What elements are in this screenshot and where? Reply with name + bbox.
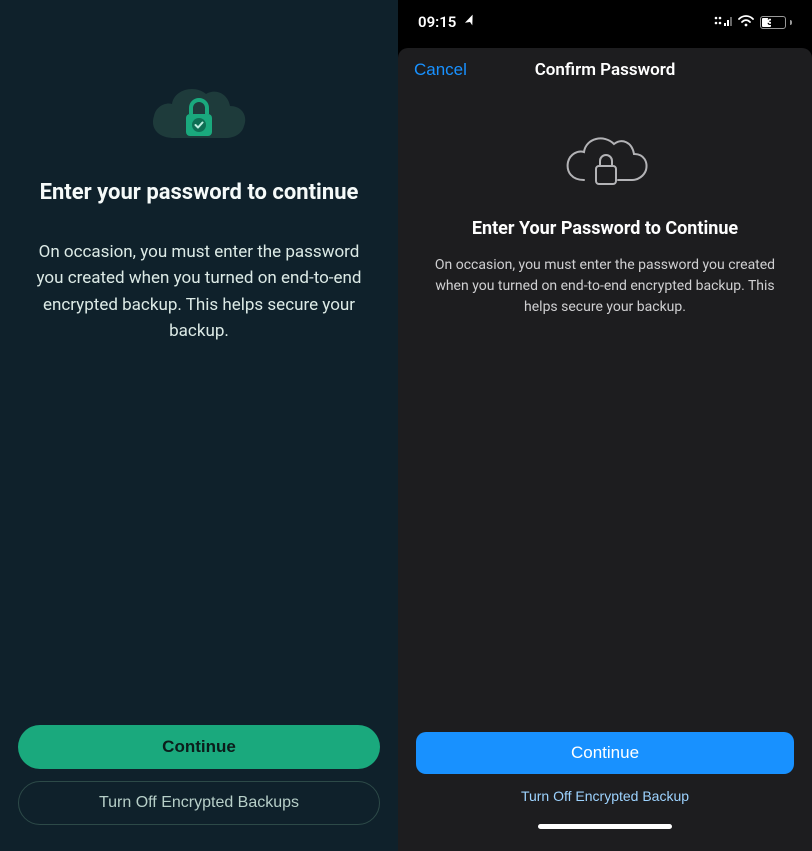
- sheet-title: Confirm Password: [535, 60, 676, 80]
- left-body-text: On occasion, you must enter the password…: [24, 239, 374, 344]
- left-content: Enter your password to continue On occas…: [0, 0, 398, 709]
- location-arrow-icon: [461, 11, 478, 32]
- left-footer: Continue Turn Off Encrypted Backups: [0, 709, 398, 851]
- sheet-header: Cancel Confirm Password: [398, 48, 812, 92]
- turn-off-encrypted-backups-button[interactable]: Turn Off Encrypted Backups: [18, 781, 380, 825]
- cloud-lock-outline-icon: [560, 130, 650, 192]
- home-indicator[interactable]: [538, 824, 672, 829]
- right-content: Enter Your Password to Continue On occas…: [398, 92, 812, 732]
- status-left: 09:15: [418, 13, 476, 31]
- wifi-icon: [738, 13, 754, 31]
- status-right: 39: [714, 13, 792, 31]
- right-title: Enter Your Password to Continue: [472, 218, 738, 239]
- modal-sheet: Cancel Confirm Password Enter Your Passw…: [398, 48, 812, 851]
- status-bar: 09:15: [398, 0, 812, 44]
- left-title: Enter your password to continue: [40, 180, 359, 205]
- cancel-button[interactable]: Cancel: [414, 60, 467, 80]
- status-time: 09:15: [418, 13, 456, 31]
- turn-off-encrypted-backup-link[interactable]: Turn Off Encrypted Backup: [521, 788, 689, 804]
- cloud-lock-check-icon: [144, 80, 254, 150]
- right-screen: 09:15: [398, 0, 812, 851]
- battery-percent: 39: [767, 17, 778, 28]
- right-footer: Continue Turn Off Encrypted Backup: [398, 732, 812, 851]
- continue-button[interactable]: Continue: [18, 725, 380, 769]
- cellular-icon: [714, 13, 732, 31]
- continue-button[interactable]: Continue: [416, 732, 794, 774]
- left-screen: Enter your password to continue On occas…: [0, 0, 398, 851]
- battery-indicator: 39: [760, 16, 792, 29]
- right-body-text: On occasion, you must enter the password…: [420, 255, 790, 318]
